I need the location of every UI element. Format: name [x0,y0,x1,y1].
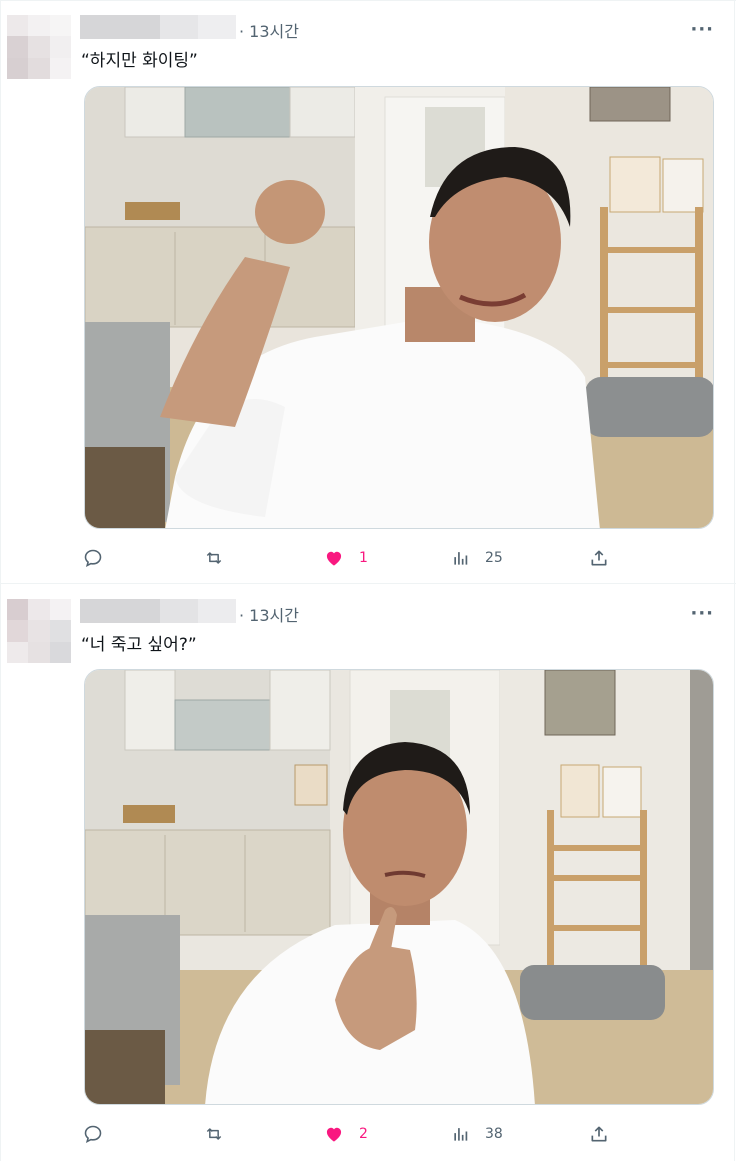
reply-button[interactable] [83,1119,103,1149]
share-button[interactable] [589,1119,609,1149]
views-button[interactable]: 25 [451,543,503,573]
tweet-timestamp[interactable]: · 13시간 [239,602,299,626]
photo-man-pointing-finger [85,670,713,1104]
like-count: 1 [359,550,368,566]
share-icon [591,1126,607,1142]
like-button[interactable]: 1 [323,543,368,573]
tweet-actions: 2 38 [81,1119,621,1149]
more-options-icon[interactable]: ··· [690,605,714,623]
tweet-photo[interactable] [84,669,714,1105]
tweet[interactable]: · 13시간 ··· “하지만 화이팅” 1 25 [1,0,736,584]
view-count: 25 [485,550,503,566]
more-options-icon[interactable]: ··· [690,21,714,39]
reply-icon [84,1125,102,1144]
retweet-button[interactable] [203,543,225,573]
like-button[interactable]: 2 [323,1119,368,1149]
views-icon [454,1128,468,1141]
tweet-timestamp[interactable]: · 13시간 [239,18,299,42]
retweet-icon [206,552,222,564]
author-name-redacted[interactable] [80,15,236,39]
like-count: 2 [359,1126,368,1142]
tweet-photo[interactable] [84,86,714,529]
views-button[interactable]: 38 [451,1119,503,1149]
share-button[interactable] [589,543,609,573]
view-count: 38 [485,1126,503,1142]
retweet-icon [206,1128,222,1140]
tweet[interactable]: · 13시간 ··· “너 죽고 싶어?” 2 38 [1,585,736,1161]
retweet-button[interactable] [203,1119,225,1149]
tweet-text: “하지만 화이팅” [81,51,198,71]
avatar[interactable] [7,15,71,79]
reply-button[interactable] [83,543,103,573]
reply-icon [84,549,102,568]
views-icon [454,552,468,565]
timeline: · 13시간 ··· “하지만 화이팅” 1 25 · 13시간 ··· “너 … [0,0,736,1161]
avatar[interactable] [7,599,71,663]
tweet-actions: 1 25 [81,543,621,573]
tweet-text: “너 죽고 싶어?” [81,635,197,655]
share-icon [591,550,607,566]
heart-filled-icon [326,1127,342,1142]
photo-man-raising-fist [85,87,713,528]
heart-filled-icon [326,551,342,566]
author-name-redacted[interactable] [80,599,236,623]
